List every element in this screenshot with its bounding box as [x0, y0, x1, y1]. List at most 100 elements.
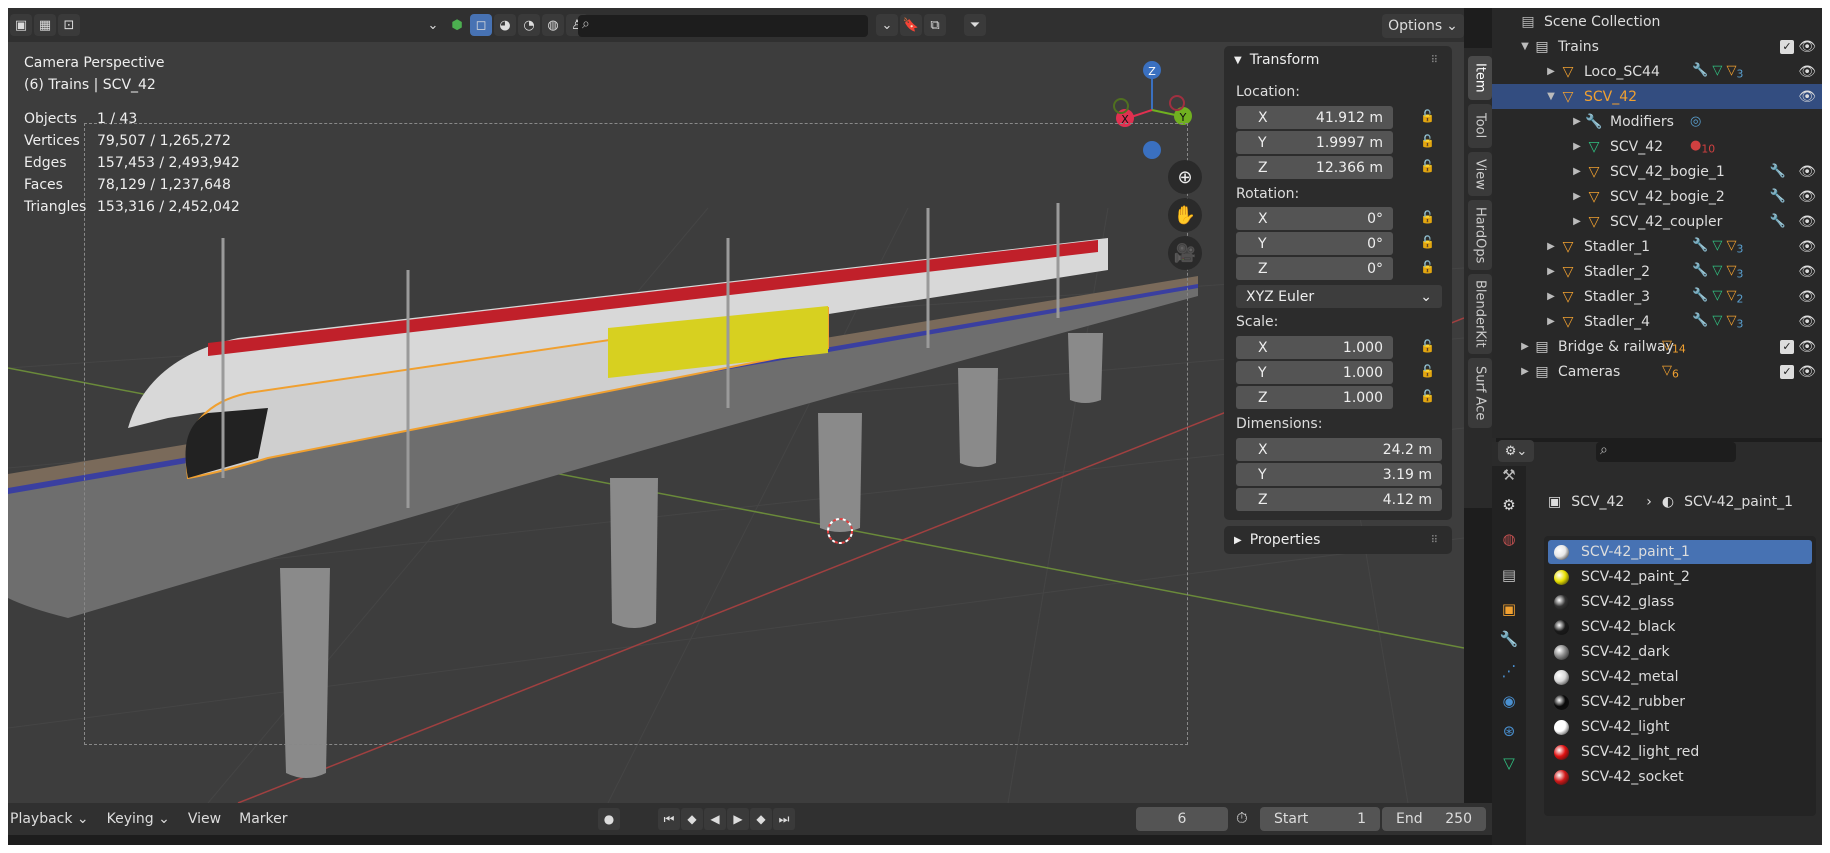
wireframe-shading-icon[interactable]: ◻: [470, 14, 492, 36]
object-icon[interactable]: ▣: [1498, 600, 1520, 622]
tab-blenderkit[interactable]: BlenderKit: [1468, 274, 1492, 354]
render-icon[interactable]: ⚙: [1498, 496, 1520, 518]
expand-right-icon[interactable]: ▶: [1570, 191, 1584, 202]
rendered-shading-icon[interactable]: ◍: [542, 14, 564, 36]
play-icon[interactable]: ▶: [727, 808, 749, 830]
outliner-row[interactable]: ▶ ▤ Cameras ▽6 ✓ 👁: [1492, 359, 1822, 384]
stopwatch-icon[interactable]: ⏱: [1236, 809, 1248, 827]
visibility-eye-icon[interactable]: 👁: [1798, 314, 1816, 330]
lock-icon[interactable]: 🔓: [1420, 109, 1438, 127]
modifier-icon[interactable]: ◎: [1690, 114, 1701, 129]
visibility-eye-icon[interactable]: 👁: [1798, 239, 1816, 255]
3d-viewport[interactable]: Z Y X ▣ ▦ ⊡ ⌄ ⬢ ◻ ◕ ◔ ◍ ♙ ⌕ ⌄ 🔖 ⧉ ⏷ Opti: [8, 8, 1464, 803]
modifier-mesh-icons[interactable]: 🔧 ▽ ▽2: [1692, 288, 1743, 306]
lock-icon[interactable]: 🔓: [1420, 159, 1438, 177]
lock-icon[interactable]: 🔓: [1420, 364, 1438, 382]
bookmark-icon[interactable]: 🔖: [900, 14, 922, 36]
visibility-eye-icon[interactable]: 👁: [1798, 289, 1816, 305]
lock-icon[interactable]: 🔓: [1420, 134, 1438, 152]
jump-end-icon[interactable]: ⏭: [773, 808, 795, 830]
dimension-y-field[interactable]: Y 3.19 m: [1236, 463, 1442, 486]
select-extend-icon[interactable]: ▦: [34, 14, 56, 36]
visibility-eye-icon[interactable]: 👁: [1798, 164, 1816, 180]
options-dropdown[interactable]: Options ⌄: [1382, 14, 1464, 38]
tab-tool[interactable]: Tool: [1468, 104, 1492, 148]
prev-keyframe-icon[interactable]: ◆: [681, 808, 703, 830]
outliner-row[interactable]: ▶ ▽ SCV_42_bogie_1 🔧 👁: [1492, 159, 1822, 184]
material-slot[interactable]: SCV-42_glass: [1548, 590, 1812, 614]
select-subtract-icon[interactable]: ⊡: [58, 14, 80, 36]
display-mode-icon[interactable]: ⧉: [924, 14, 946, 36]
scene-collection-row[interactable]: ▤ Scene Collection: [1492, 9, 1822, 34]
visibility-eye-icon[interactable]: 👁: [1798, 89, 1816, 105]
rotation-y-field[interactable]: Y 0°: [1236, 232, 1393, 255]
current-frame-field[interactable]: 6: [1136, 807, 1228, 831]
modifier-wrench-icon[interactable]: 🔧: [1770, 164, 1786, 179]
modifier-wrench-icon[interactable]: 🔧: [1770, 189, 1786, 204]
pan-hand-icon[interactable]: ✋: [1168, 198, 1202, 232]
outliner-row[interactable]: ▶ ▽ Stadler_2 🔧 ▽ ▽3 👁: [1492, 259, 1822, 284]
outliner-row[interactable]: ▶ ▽ Stadler_4 🔧 ▽ ▽3 👁: [1492, 309, 1822, 334]
outliner-row[interactable]: ▶ ▽ SCV_42_coupler 🔧 👁: [1492, 209, 1822, 234]
visibility-eye-icon[interactable]: 👁: [1798, 189, 1816, 205]
rotation-z-field[interactable]: Z 0°: [1236, 257, 1393, 280]
expand-right-icon[interactable]: ▶: [1570, 216, 1584, 227]
expand-right-icon[interactable]: ▶: [1544, 291, 1558, 302]
start-frame-field[interactable]: Start 1: [1260, 807, 1380, 831]
scene-icon[interactable]: ◍: [1498, 530, 1520, 552]
scale-x-field[interactable]: X 1.000: [1236, 336, 1393, 359]
overlay-dropdown-icon[interactable]: ⌄: [422, 14, 444, 36]
modifier-mesh-icons[interactable]: 🔧 ▽ ▽3: [1692, 263, 1743, 281]
zoom-icon[interactable]: ⊕: [1168, 160, 1202, 194]
outliner-row[interactable]: ▼ ▤ Trains ✓ 👁: [1492, 34, 1822, 59]
visibility-eye-icon[interactable]: 👁: [1798, 264, 1816, 280]
material-slot[interactable]: SCV-42_light_red: [1548, 740, 1812, 764]
visibility-eye-icon[interactable]: 👁: [1798, 64, 1816, 80]
properties-section-header[interactable]: ▶ Properties ⠿: [1224, 526, 1452, 554]
tab-surf-ace[interactable]: Surf Ace: [1468, 358, 1492, 428]
exclude-checkbox[interactable]: ✓: [1780, 364, 1794, 379]
lock-icon[interactable]: 🔓: [1420, 260, 1438, 278]
playback-menu[interactable]: Playback ⌄: [10, 811, 89, 827]
expand-right-icon[interactable]: ▶: [1544, 241, 1558, 252]
child-count-icon[interactable]: ▽6: [1662, 363, 1679, 381]
mesh-data-icon[interactable]: ▽: [1498, 754, 1520, 776]
visibility-eye-icon[interactable]: 👁: [1798, 39, 1816, 55]
expand-right-icon[interactable]: ▶: [1544, 66, 1558, 77]
outliner-row[interactable]: ▶ ▤ Bridge & railway ▽14 ✓ 👁: [1492, 334, 1822, 359]
constraints-icon[interactable]: ⊛: [1498, 722, 1520, 744]
expand-down-icon[interactable]: ▼: [1518, 41, 1532, 52]
expand-right-icon[interactable]: ▶: [1570, 141, 1584, 152]
select-mode-icon[interactable]: ▣: [10, 14, 32, 36]
rotation-x-field[interactable]: X 0°: [1236, 207, 1393, 230]
material-slot[interactable]: SCV-42_dark: [1548, 640, 1812, 664]
expand-right-icon[interactable]: ▶: [1518, 366, 1532, 377]
dimension-z-field[interactable]: Z 4.12 m: [1236, 488, 1442, 511]
marker-menu[interactable]: Marker: [239, 811, 287, 827]
tab-hardops[interactable]: HardOps: [1468, 200, 1492, 270]
visibility-eye-icon[interactable]: 👁: [1798, 214, 1816, 230]
drag-handle-icon[interactable]: ⠿: [1431, 535, 1438, 546]
expand-right-icon[interactable]: ▶: [1544, 316, 1558, 327]
expand-right-icon[interactable]: ▶: [1518, 341, 1532, 352]
filter-dropdown-icon[interactable]: ⌄: [876, 14, 898, 36]
keying-menu[interactable]: Keying ⌄: [107, 811, 170, 827]
material-slot[interactable]: SCV-42_black: [1548, 615, 1812, 639]
outliner-row[interactable]: ▶ 🔧 Modifiers ◎: [1492, 109, 1822, 134]
outliner-row[interactable]: ▶ ▽ Stadler_1 🔧 ▽ ▽3 👁: [1492, 234, 1822, 259]
rotation-mode-select[interactable]: XYZ Euler ⌄: [1236, 285, 1442, 308]
material-slot[interactable]: SCV-42_rubber: [1548, 690, 1812, 714]
exclude-checkbox[interactable]: ✓: [1780, 339, 1794, 354]
solid-shading-icon[interactable]: ◕: [494, 14, 516, 36]
properties-search-input[interactable]: ⌕: [1596, 442, 1736, 462]
play-reverse-icon[interactable]: ◀: [704, 808, 726, 830]
scale-z-field[interactable]: Z 1.000: [1236, 386, 1393, 409]
expand-right-icon[interactable]: ▶: [1544, 266, 1558, 277]
filter-icon[interactable]: ⏷: [964, 14, 986, 36]
modifier-wrench-icon[interactable]: 🔧: [1770, 214, 1786, 229]
editor-type-icon[interactable]: ⚙⌄: [1498, 440, 1534, 462]
expand-down-icon[interactable]: ▼: [1544, 91, 1558, 102]
next-keyframe-icon[interactable]: ◆: [750, 808, 772, 830]
tab-view[interactable]: View: [1468, 152, 1492, 196]
material-count-icon[interactable]: ●10: [1690, 138, 1715, 156]
